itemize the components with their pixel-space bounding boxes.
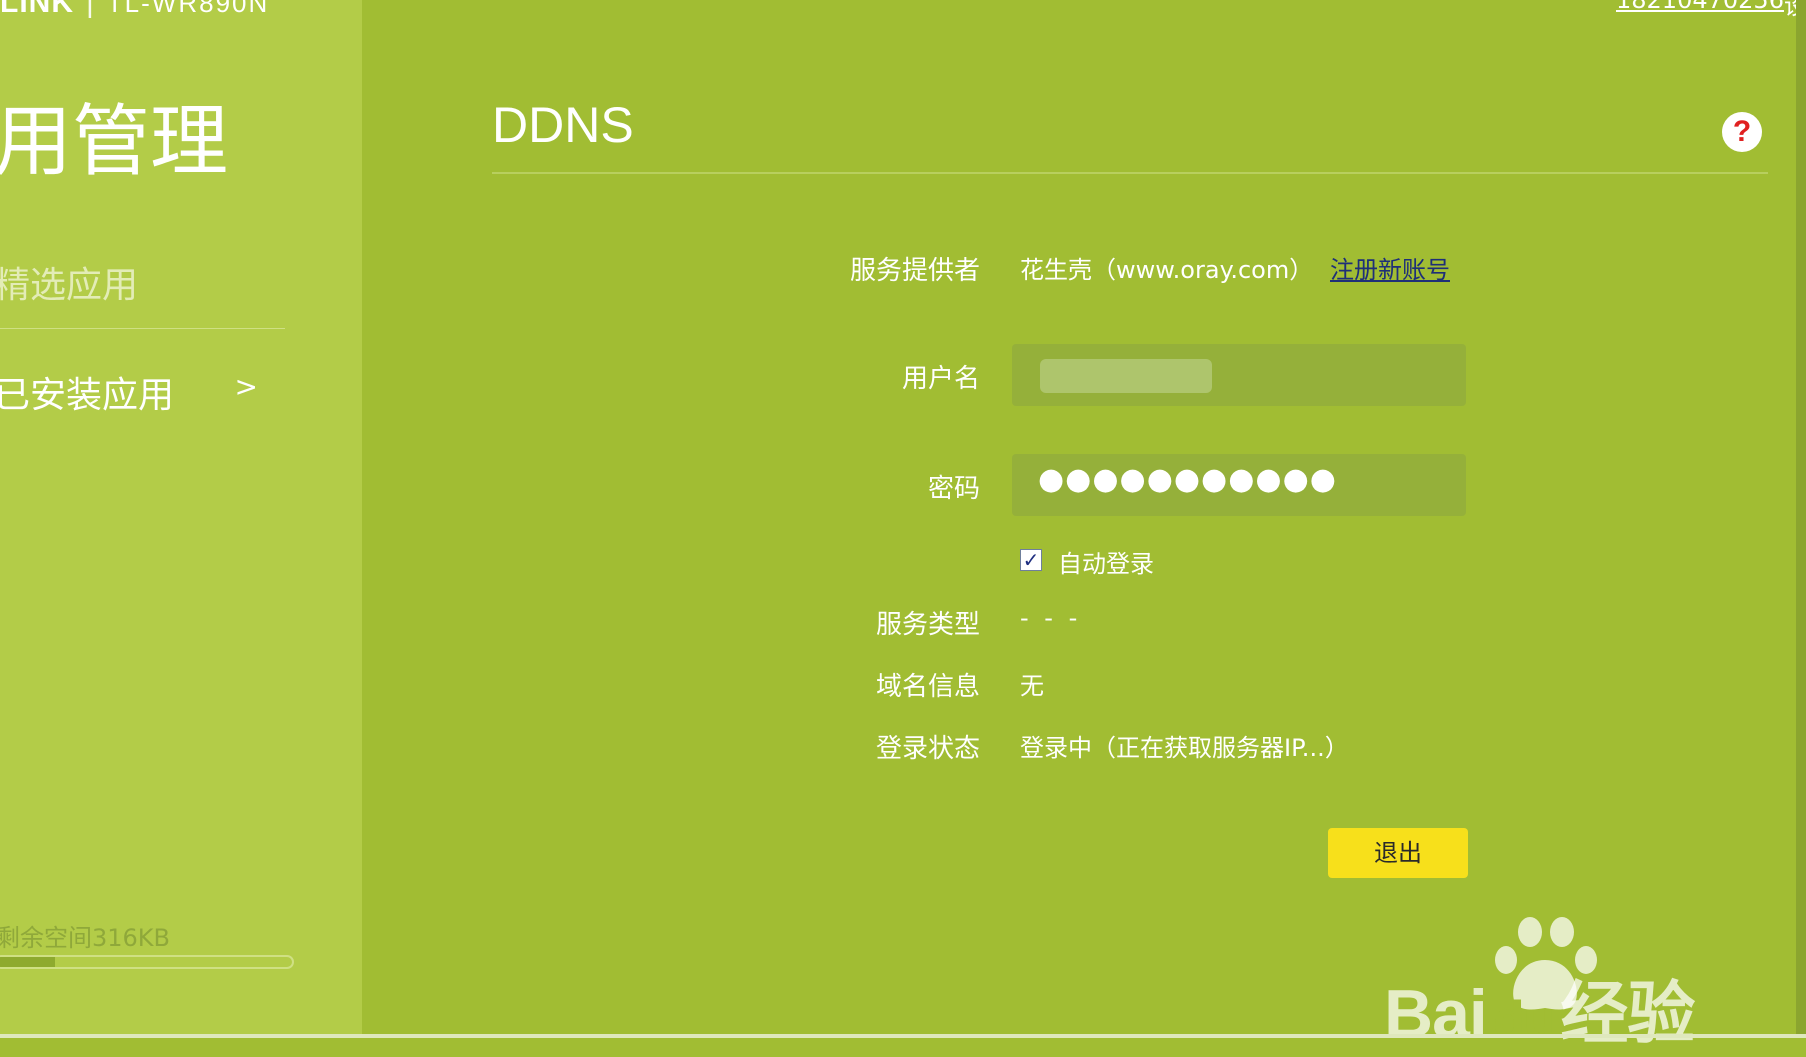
window-bottom-edge (0, 1034, 1806, 1038)
service-type-value: - - - (1020, 604, 1082, 632)
auto-login-label[interactable]: 自动登录 (1058, 544, 1154, 579)
provider-value: 花生壳（www.oray.com） (1020, 256, 1314, 284)
login-status-label: 登录状态 (875, 734, 980, 764)
password-value: ●●●●●●●●●●● (1038, 462, 1337, 497)
sidebar-item-installed-apps[interactable]: 已安装应用 > (0, 366, 284, 418)
account-link[interactable]: 18210470256 (1616, 0, 1784, 14)
help-icon[interactable]: ? (1722, 112, 1762, 152)
provider-label: 服务提供者 (849, 256, 980, 286)
window-edge (1796, 0, 1806, 1038)
watermark-text-right: 经验 (1560, 976, 1695, 1052)
password-label: 密码 (927, 474, 980, 504)
sidebar-title: 用管理 (0, 97, 229, 187)
watermark-text-left: Bai (1384, 976, 1488, 1052)
sidebar: LINK | TL-WR890N 用管理 精选应用 已安装应用 > 剩余空间316K… (0, 0, 362, 1038)
brand-logo: LINK | TL-WR890N (0, 0, 269, 20)
login-status-value: 登录中（正在获取服务器IP...） (1020, 734, 1349, 762)
page-title: DDNS (492, 97, 634, 153)
service-type-label: 服务类型 (875, 610, 980, 640)
model-name: TL-WR890N (106, 0, 270, 18)
storage-progress-fill (0, 957, 56, 967)
sidebar-item-featured-apps[interactable]: 精选应用 (0, 256, 284, 308)
username-label: 用户名 (901, 364, 980, 394)
baidu-jingyan-watermark: Bai du经验 (1384, 916, 1724, 1052)
register-account-link[interactable]: 注册新账号 (1330, 250, 1450, 285)
logout-button[interactable]: 退出 (1328, 828, 1468, 878)
title-divider (492, 172, 1768, 174)
watermark-text: Bai du经验 (1384, 958, 1695, 1057)
brand-name: LINK (0, 0, 74, 19)
storage-progress-bar (0, 955, 294, 969)
password-input[interactable]: ●●●●●●●●●●● (1012, 454, 1466, 516)
brand-separator: | (86, 0, 95, 19)
watermark-text-mid: du (1492, 991, 1556, 1049)
domain-info-value: 无 (1020, 672, 1044, 700)
username-input[interactable]: ██████ (1012, 344, 1466, 406)
storage-remaining-label: 剩余空间316KB (0, 924, 171, 952)
sidebar-item-label: 已安装应用 (0, 375, 175, 416)
chevron-right-icon: > (234, 370, 258, 403)
auto-login-checkbox[interactable]: ✓ (1020, 549, 1042, 571)
sidebar-divider (0, 328, 285, 329)
sidebar-item-label: 精选应用 (0, 265, 139, 306)
domain-info-label: 域名信息 (875, 672, 980, 702)
username-value-blurred: ██████ (1040, 359, 1212, 393)
